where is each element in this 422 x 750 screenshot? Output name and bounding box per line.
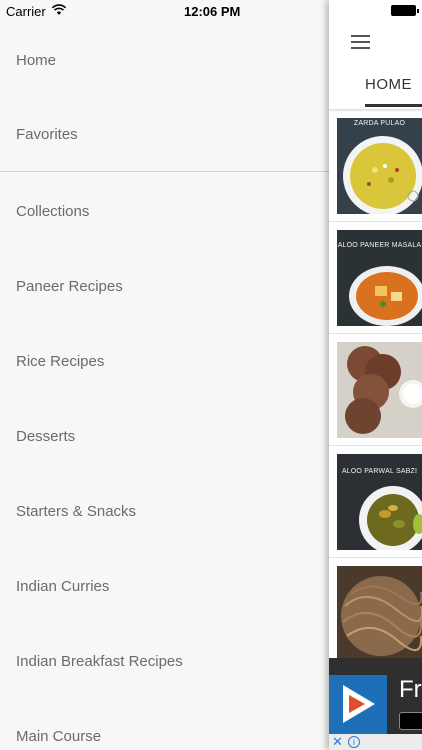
recipe-title: ZARDA PULAO bbox=[353, 120, 406, 127]
close-ad-icon[interactable]: ✕ bbox=[332, 734, 343, 750]
app-store-badge-icon[interactable] bbox=[399, 712, 422, 730]
recipe-thumbnail: ALOO PARWAL SABZI bbox=[337, 454, 422, 550]
recipe-thumbnail bbox=[337, 566, 422, 658]
recipe-title: ALOO PARWAL SABZI bbox=[341, 468, 418, 475]
drawer-item-home[interactable]: Home bbox=[0, 35, 329, 85]
recipe-thumbnail: ALOO PANEER MASALA bbox=[337, 230, 422, 326]
ad-info-icon[interactable]: i bbox=[348, 736, 360, 748]
recipe-title: ALOO PANEER MASALA bbox=[337, 242, 422, 249]
drawer-item-desserts[interactable]: Desserts bbox=[0, 411, 329, 461]
drawer-item-indian-breakfast[interactable]: Indian Breakfast Recipes bbox=[0, 636, 329, 686]
status-time: 12:06 PM bbox=[184, 4, 241, 19]
recipe-card[interactable]: ALOO PANEER MASALA bbox=[329, 222, 422, 334]
navigation-drawer: Carrier 12:06 PM Home Favorites Collecti… bbox=[0, 0, 329, 750]
recipe-card[interactable] bbox=[329, 334, 422, 446]
drawer-item-rice-recipes[interactable]: Rice Recipes bbox=[0, 336, 329, 386]
carrier-label: Carrier bbox=[6, 4, 46, 19]
drawer-item-main-course[interactable]: Main Course bbox=[0, 711, 329, 750]
drawer-item-collections[interactable]: Collections bbox=[0, 186, 329, 236]
battery-icon bbox=[391, 5, 419, 16]
ad-banner[interactable]: Fr bbox=[329, 658, 422, 734]
ad-choices-strip: ✕ i bbox=[329, 734, 422, 750]
recipe-card[interactable]: ALOO PARWAL SABZI bbox=[329, 446, 422, 558]
recipe-thumbnail: ZARDA PULAO bbox=[337, 118, 422, 214]
tab-home-indicator bbox=[365, 104, 422, 107]
drawer-divider bbox=[0, 171, 329, 172]
main-content-panel: HOME ZARDA PULAO ALOO PANEER MASALA ALOO… bbox=[329, 0, 422, 750]
drawer-item-starters-snacks[interactable]: Starters & Snacks bbox=[0, 486, 329, 536]
hamburger-menu-icon[interactable] bbox=[351, 35, 370, 49]
drawer-item-paneer-recipes[interactable]: Paneer Recipes bbox=[0, 261, 329, 311]
status-bar: Carrier 12:06 PM bbox=[0, 0, 329, 22]
recipe-thumbnail bbox=[337, 342, 422, 438]
ad-app-logo bbox=[329, 675, 387, 734]
tab-home[interactable]: HOME bbox=[365, 76, 412, 93]
recipe-card[interactable]: ZARDA PULAO bbox=[329, 110, 422, 222]
drawer-item-favorites[interactable]: Favorites bbox=[0, 109, 329, 159]
recipe-card[interactable] bbox=[329, 558, 422, 658]
ad-headline: Fr bbox=[399, 676, 422, 703]
drawer-item-indian-curries[interactable]: Indian Curries bbox=[0, 561, 329, 611]
wifi-icon bbox=[52, 4, 66, 15]
